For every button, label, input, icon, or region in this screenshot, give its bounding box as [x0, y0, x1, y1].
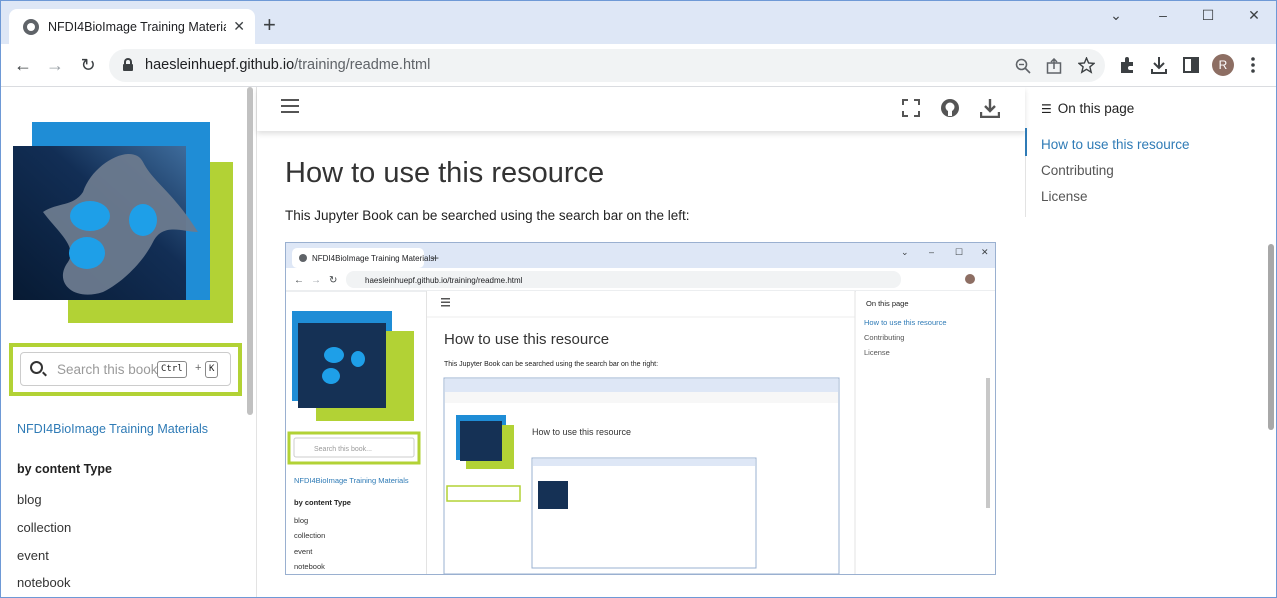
- page-scrollbar[interactable]: [1268, 244, 1274, 430]
- nav-item-blog[interactable]: blog: [17, 492, 42, 507]
- svg-text:✕: ✕: [981, 247, 989, 257]
- nav-item-event[interactable]: event: [17, 548, 49, 563]
- intro-paragraph: This Jupyter Book can be searched using …: [285, 208, 690, 223]
- kbd-ctrl: Ctrl: [157, 361, 187, 378]
- shot-search-placeholder: Search this book...: [314, 446, 372, 453]
- tab-search-chevron-icon[interactable]: ⌄: [1106, 7, 1126, 24]
- shot-toc-head: On this page: [866, 299, 909, 308]
- tab-strip: NFDI4BioImage Training Materia ✕ + ⌄ – ☐…: [1, 1, 1276, 44]
- tab-active[interactable]: NFDI4BioImage Training Materia ✕: [9, 9, 255, 44]
- brand-link[interactable]: NFDI4BioImage Training Materials: [17, 422, 208, 436]
- shot-paragraph: This Jupyter Book can be searched using …: [444, 361, 658, 368]
- shot-toc-2: License: [864, 348, 890, 357]
- address-bar[interactable]: haesleinhuepf.github.io/training/readme.…: [109, 49, 1105, 82]
- shot-item-collection: collection: [294, 531, 325, 540]
- table-of-contents: ☰ On this page How to use this resource C…: [1025, 87, 1276, 217]
- toc-link-how-to-use[interactable]: How to use this resource: [1041, 137, 1190, 152]
- downloads-icon[interactable]: [1150, 56, 1168, 74]
- main-content: How to use this resource This Jupyter Bo…: [257, 87, 1025, 597]
- sidebar-scrollbar[interactable]: [247, 87, 253, 415]
- nav-caption: by content Type: [17, 462, 112, 476]
- tab-close-icon[interactable]: ✕: [233, 18, 245, 35]
- side-panel-icon[interactable]: [1182, 56, 1200, 74]
- toc-heading: ☰ On this page: [1041, 101, 1135, 116]
- menu-kebab-icon[interactable]: [1249, 56, 1257, 74]
- shot-item-notebook: notebook: [294, 562, 325, 571]
- url-text[interactable]: haesleinhuepf.github.io/training/readme.…: [145, 57, 430, 73]
- browser-window: NFDI4BioImage Training Materia ✕ + ⌄ – ☐…: [0, 0, 1277, 598]
- shot-item-event: event: [294, 547, 313, 556]
- search-icon: [30, 361, 43, 374]
- embedded-screenshot: NFDI4BioImage Training Materials + ⌄ – ☐…: [285, 242, 996, 575]
- zoom-icon[interactable]: [1015, 58, 1031, 74]
- nfdi4bioimage-logo[interactable]: [13, 122, 235, 324]
- shot-brand: NFDI4BioImage Training Materials: [294, 476, 409, 485]
- shot-tab-title: NFDI4BioImage Training Materials: [312, 254, 434, 263]
- nav-item-collection[interactable]: collection: [17, 520, 71, 535]
- kbd-k: K: [205, 361, 219, 378]
- github-icon[interactable]: [940, 98, 960, 118]
- toc-link-license[interactable]: License: [1041, 189, 1088, 204]
- svg-text:+: +: [432, 251, 439, 265]
- svg-text:☐: ☐: [955, 247, 963, 257]
- toc-link-contributing[interactable]: Contributing: [1041, 163, 1114, 178]
- toggle-sidebar-hamburger-icon[interactable]: [281, 99, 299, 113]
- svg-text:←: ←: [294, 275, 304, 286]
- svg-text:–: –: [929, 247, 934, 257]
- svg-text:↻: ↻: [329, 275, 337, 286]
- share-icon[interactable]: [1046, 58, 1062, 74]
- list-icon: ☰: [1041, 102, 1052, 116]
- toc-active-indicator: [1025, 128, 1027, 156]
- search-highlight-frame: Ctrl + K: [9, 343, 242, 396]
- back-button[interactable]: ←: [12, 54, 34, 76]
- svg-text:⌄: ⌄: [901, 247, 909, 257]
- profile-avatar[interactable]: R: [1212, 54, 1234, 76]
- browser-toolbar: ← → ↻ haesleinhuepf.github.io/training/r…: [1, 44, 1276, 87]
- shot-title: How to use this resource: [444, 331, 609, 348]
- shot-toc-0: How to use this resource: [864, 318, 947, 327]
- shot-item-blog: blog: [294, 516, 308, 525]
- search-input[interactable]: [57, 362, 162, 377]
- article-header: [257, 87, 1025, 131]
- search-box[interactable]: Ctrl + K: [20, 352, 231, 386]
- shot-url: haesleinhuepf.github.io/training/readme.…: [365, 276, 523, 285]
- forward-button[interactable]: →: [44, 54, 66, 76]
- svg-text:How to use this resource: How to use this resource: [532, 427, 631, 437]
- nav-item-notebook[interactable]: notebook: [17, 575, 71, 590]
- kbd-plus: +: [195, 362, 202, 374]
- maximize-button[interactable]: ☐: [1198, 7, 1218, 24]
- minimize-button[interactable]: –: [1153, 7, 1173, 23]
- bookmark-star-icon[interactable]: [1078, 57, 1095, 74]
- fullscreen-icon[interactable]: [902, 99, 920, 117]
- page-title: How to use this resource: [285, 157, 605, 189]
- reload-button[interactable]: ↻: [77, 54, 99, 76]
- tab-title: NFDI4BioImage Training Materia: [48, 19, 226, 34]
- globe-icon: [23, 18, 39, 35]
- download-icon[interactable]: [980, 98, 1000, 118]
- shot-toc-1: Contributing: [864, 333, 904, 342]
- screenshot-image: NFDI4BioImage Training Materials + ⌄ – ☐…: [286, 243, 995, 574]
- new-tab-button[interactable]: +: [263, 14, 276, 36]
- web-page: Ctrl + K NFDI4BioImage Training Material…: [1, 87, 1276, 597]
- shot-caption: by content Type: [294, 498, 351, 507]
- sidebar: Ctrl + K NFDI4BioImage Training Material…: [1, 87, 257, 597]
- lock-icon[interactable]: [123, 58, 133, 71]
- svg-text:→: →: [311, 275, 321, 286]
- close-window-button[interactable]: ✕: [1244, 7, 1264, 24]
- extensions-puzzle-icon[interactable]: [1118, 56, 1136, 74]
